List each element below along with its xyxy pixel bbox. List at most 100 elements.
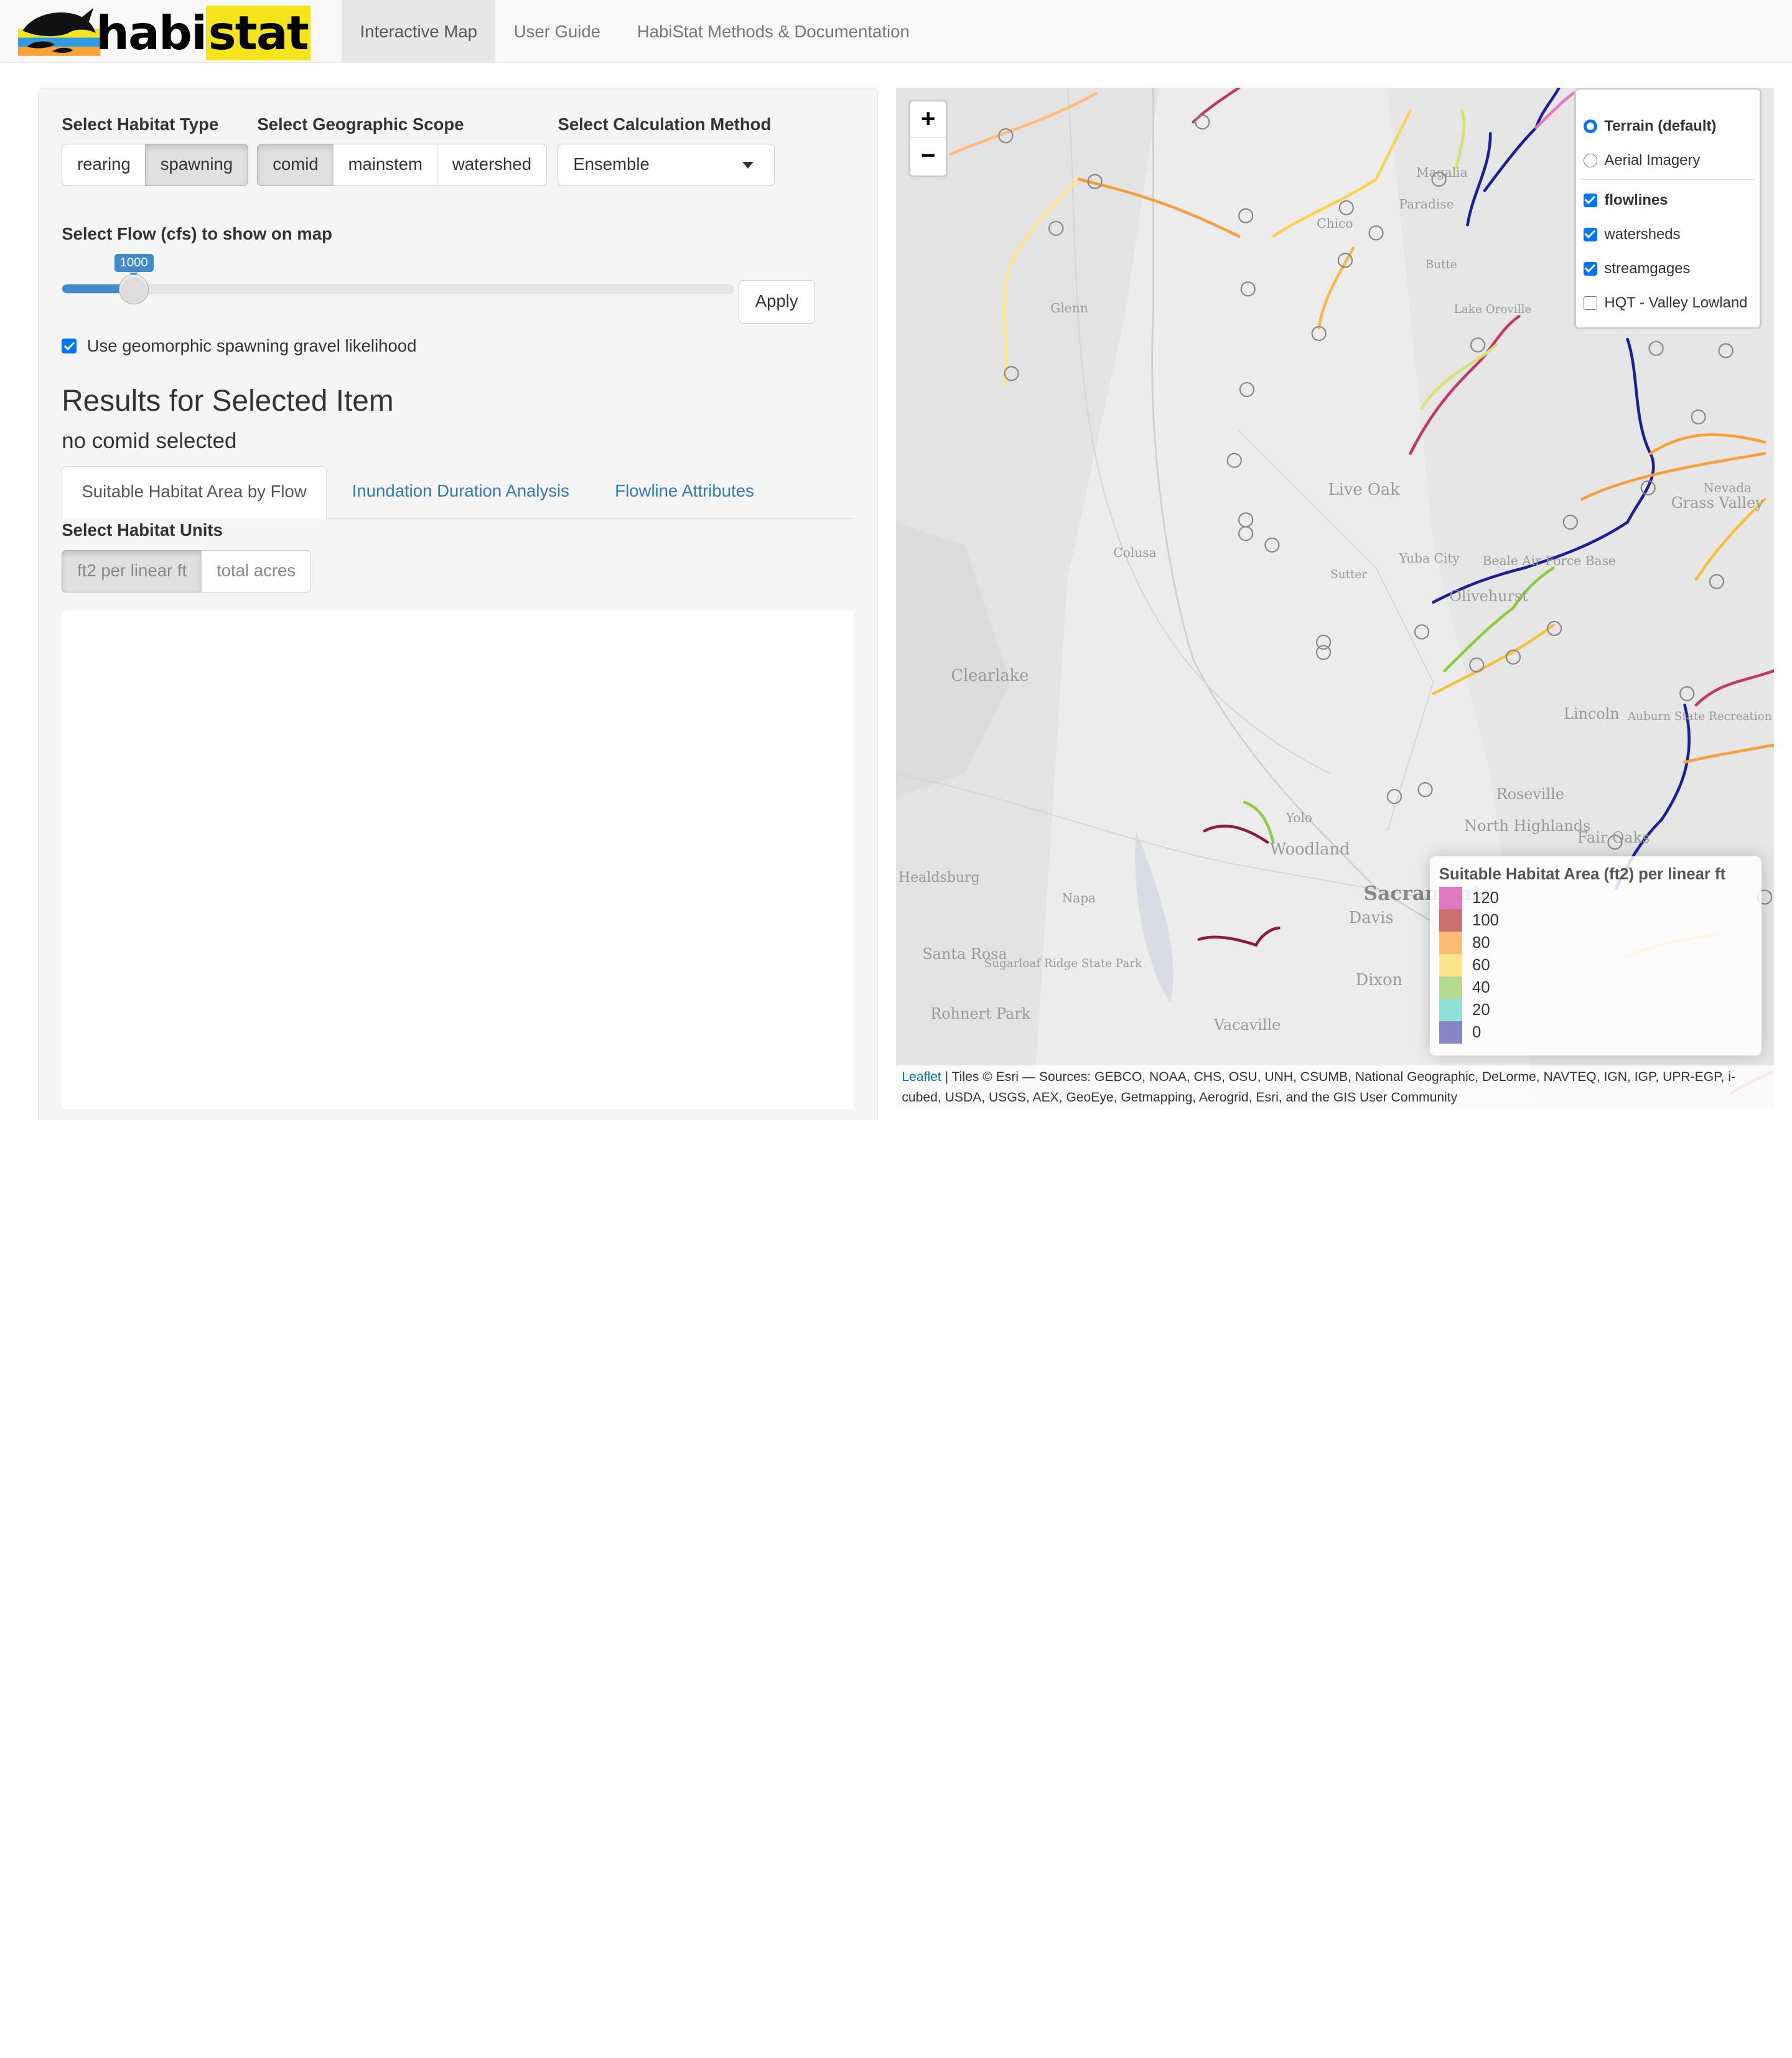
- flow-slider-value-tooltip: 1000: [114, 253, 154, 277]
- habitat-units-label: Select Habitat Units: [62, 520, 223, 540]
- legend-item: 100: [1439, 909, 1752, 932]
- base-layer-terrain[interactable]: Terrain (default): [1584, 118, 1716, 135]
- legend-swatch: [1439, 932, 1462, 955]
- overlay-label: flowlines: [1604, 191, 1668, 208]
- apply-flow-button[interactable]: Apply: [738, 280, 815, 324]
- tab-suitable-habitat-area[interactable]: Suitable Habitat Area by Flow: [62, 466, 327, 519]
- nav-tab-user-guide[interactable]: User Guide: [495, 0, 618, 63]
- place-label: Grass Valley: [1671, 493, 1764, 512]
- dropdown-caret-icon: [742, 162, 754, 169]
- overlay-label: streamgages: [1604, 260, 1691, 278]
- overlay-watersheds[interactable]: watersheds: [1584, 226, 1681, 243]
- gravel-likelihood-option: Use geomorphic spawning gravel likelihoo…: [62, 336, 416, 356]
- zoom-in-button[interactable]: +: [910, 101, 946, 138]
- geographic-scope-label: Select Geographic Scope: [257, 114, 464, 134]
- layers-divider: [1580, 179, 1755, 180]
- calculation-method-label: Select Calculation Method: [558, 114, 772, 134]
- overlay-label: HQT - Valley Lowland: [1604, 294, 1748, 312]
- legend-swatch: [1439, 909, 1462, 932]
- checkbox-unchecked-icon[interactable]: [1584, 296, 1598, 311]
- flow-label: Select Flow (cfs) to show on map: [62, 224, 332, 244]
- logo-prefix: habi: [96, 5, 207, 60]
- legend-item: 80: [1439, 932, 1752, 955]
- place-label: Fair Oaks: [1577, 828, 1650, 846]
- overlay-flowlines[interactable]: flowlines: [1584, 192, 1668, 209]
- radio-selected-icon[interactable]: [1584, 119, 1598, 133]
- place-label: Colusa: [1113, 545, 1157, 561]
- legend-swatch: [1439, 999, 1462, 1022]
- flow-slider-track[interactable]: [62, 284, 734, 294]
- legend-label: 60: [1472, 956, 1490, 974]
- legend-swatch: [1439, 1021, 1462, 1044]
- app-root: habistat Interactive Map User Guide Habi…: [0, 0, 1792, 1121]
- units-ft2-per-ft-button[interactable]: ft2 per linear ft: [62, 550, 203, 592]
- habitat-chart-area: [62, 610, 854, 1109]
- logo-suffix: stat: [206, 5, 310, 60]
- results-title: Results for Selected Item: [62, 385, 394, 418]
- tab-flowline-attributes[interactable]: Flowline Attributes: [595, 466, 773, 519]
- calculation-method-select[interactable]: Ensemble: [558, 144, 775, 187]
- legend-item: 40: [1439, 976, 1752, 999]
- habitat-spawning-button[interactable]: spawning: [144, 144, 248, 187]
- place-label: Chico: [1317, 216, 1353, 232]
- habistat-logo[interactable]: habistat: [18, 5, 315, 60]
- legend-swatch: [1439, 976, 1462, 999]
- overlay-streamgages[interactable]: streamgages: [1584, 260, 1690, 278]
- place-label: Magalia: [1416, 164, 1468, 180]
- place-label: Live Oak: [1328, 480, 1400, 499]
- top-navbar: habistat Interactive Map User Guide Habi…: [0, 0, 1792, 63]
- habitat-type-label: Select Habitat Type: [62, 114, 219, 134]
- legend-label: 80: [1472, 933, 1490, 952]
- legend-swatch: [1439, 887, 1462, 910]
- place-label: Roseville: [1496, 785, 1564, 803]
- legend-label: 120: [1472, 889, 1499, 907]
- nav-tab-methods-docs[interactable]: HabiStat Methods & Documentation: [618, 0, 928, 63]
- habitat-rearing-button[interactable]: rearing: [62, 144, 146, 187]
- radio-unselected-icon[interactable]: [1584, 153, 1598, 167]
- map-attribution: Leaflet | Tiles © Esri — Sources: GEBCO,…: [896, 1065, 1775, 1109]
- place-label: Healdsburg: [898, 869, 980, 886]
- leaflet-link[interactable]: Leaflet: [902, 1070, 941, 1084]
- zoom-out-button[interactable]: −: [910, 138, 945, 175]
- legend-swatch: [1439, 954, 1462, 977]
- scope-watershed-button[interactable]: watershed: [437, 144, 547, 187]
- habitat-type-toggle: rearing spawning: [62, 144, 248, 187]
- scope-mainstem-button[interactable]: mainstem: [332, 144, 438, 187]
- layers-control: Terrain (default) Aerial Imagery flowlin…: [1574, 88, 1762, 330]
- place-label: Rohnert Park: [930, 1004, 1031, 1022]
- legend-item: 20: [1439, 999, 1752, 1022]
- gravel-likelihood-label: Use geomorphic spawning gravel likelihoo…: [86, 336, 417, 356]
- base-layer-aerial[interactable]: Aerial Imagery: [1584, 152, 1700, 169]
- calculation-method-value: Ensemble: [573, 154, 650, 174]
- checkbox-checked-icon[interactable]: [1584, 262, 1598, 276]
- legend-label: 20: [1472, 1001, 1490, 1019]
- nav-tab-interactive-map[interactable]: Interactive Map: [342, 0, 496, 63]
- place-label: Olivehurst: [1449, 587, 1528, 606]
- legend-label: 40: [1472, 978, 1490, 996]
- legend-item: 60: [1439, 954, 1752, 977]
- flow-slider-handle[interactable]: [118, 274, 149, 304]
- place-label: Lincoln: [1564, 705, 1620, 723]
- geographic-scope-toggle: comid mainstem watershed: [257, 144, 547, 187]
- place-label: Sugarloaf Ridge State Park: [984, 957, 1142, 970]
- place-label: Beale Air Force Base: [1482, 553, 1616, 569]
- selected-item-status: no comid selected: [62, 428, 237, 453]
- base-layer-label: Aerial Imagery: [1604, 151, 1701, 169]
- place-label: Auburn State Recreation Area: [1627, 709, 1774, 723]
- tab-inundation-duration[interactable]: Inundation Duration Analysis: [333, 466, 589, 519]
- legend-title: Suitable Habitat Area (ft2) per linear f…: [1439, 865, 1726, 883]
- overlay-label: watersheds: [1604, 226, 1681, 243]
- checkbox-checked-icon[interactable]: [1584, 228, 1598, 242]
- interactive-map[interactable]: Glenn Chico Paradise Magalia Butte Lake …: [896, 88, 1775, 1109]
- gravel-likelihood-checkbox[interactable]: [62, 339, 77, 353]
- results-tabs: Suitable Habitat Area by Flow Inundation…: [62, 466, 854, 519]
- place-label: Clearlake: [951, 666, 1029, 685]
- habitat-units-toggle: ft2 per linear ft total acres: [62, 550, 312, 592]
- overlay-hqt-valley-lowland[interactable]: HQT - Valley Lowland: [1584, 294, 1747, 312]
- salmon-logo-icon: [18, 7, 101, 56]
- scope-comid-button[interactable]: comid: [257, 144, 334, 187]
- place-label: Yuba City: [1399, 551, 1460, 566]
- checkbox-checked-icon[interactable]: [1584, 193, 1598, 207]
- place-label: North Highlands: [1464, 817, 1591, 835]
- units-total-acres-button[interactable]: total acres: [201, 550, 312, 592]
